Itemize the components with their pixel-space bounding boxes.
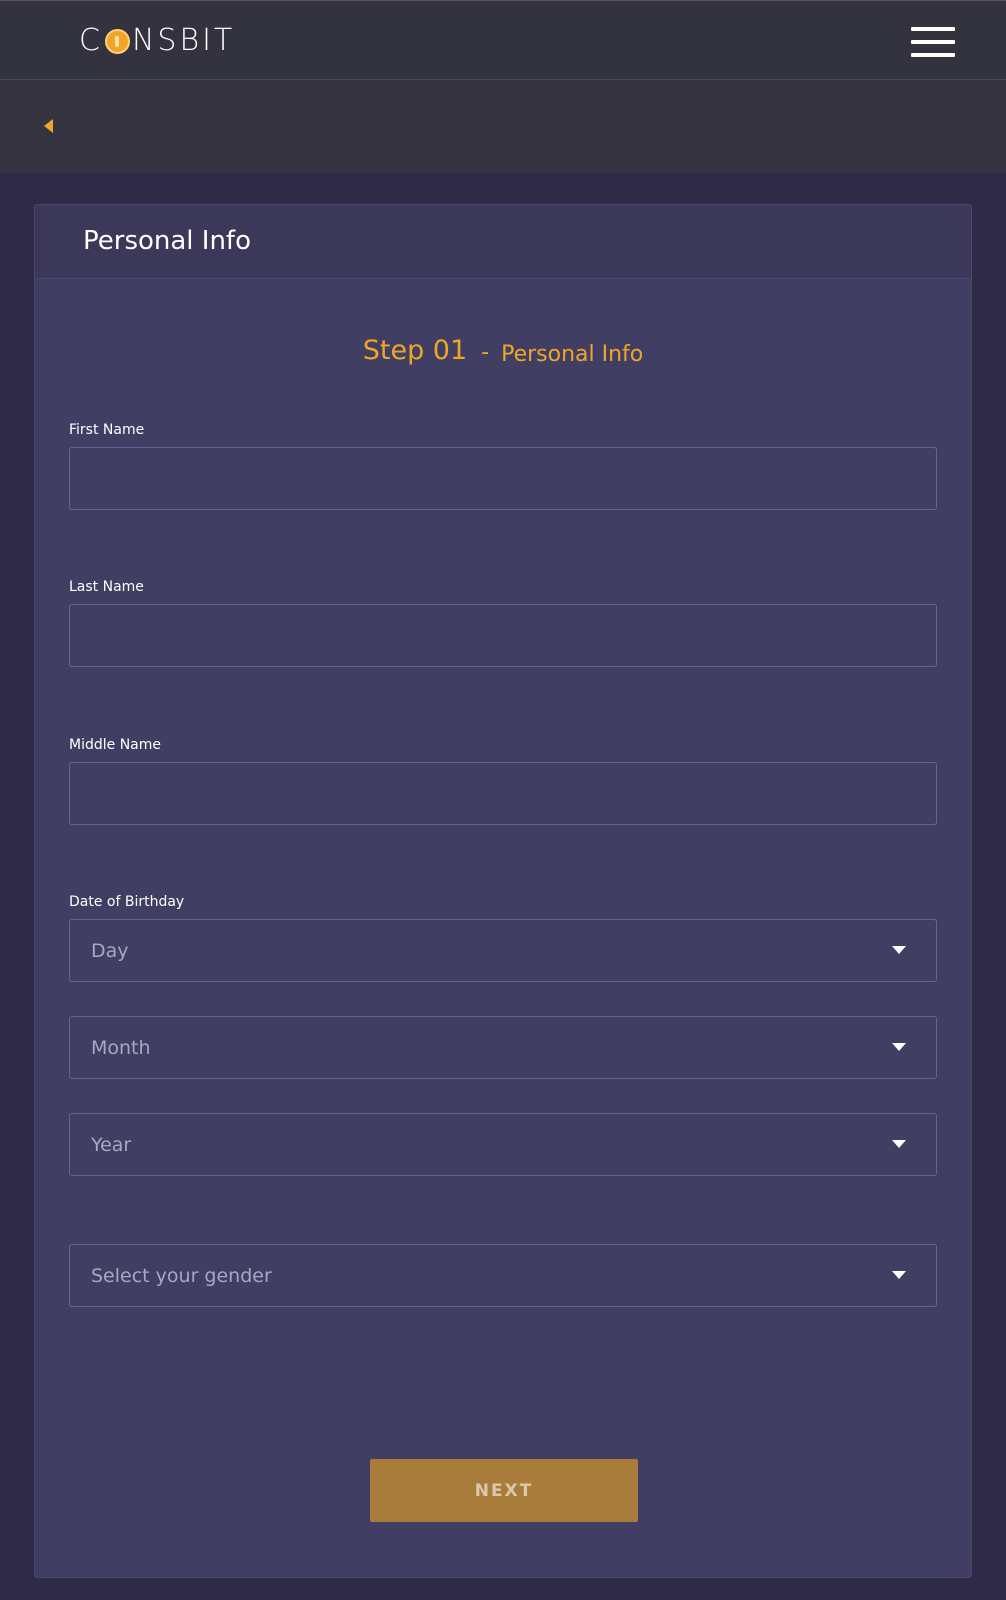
hamburger-line [911,53,955,57]
first-name-label: First Name [69,422,145,438]
coin-icon [104,28,130,54]
day-select-placeholder: Day [91,940,129,962]
step-number: Step 01 [362,335,468,366]
chevron-down-icon [892,1271,906,1279]
logo-text-start: C [79,23,103,58]
last-name-label: Last Name [69,579,144,595]
top-navbar: C NSBIT [0,0,1006,80]
chevron-down-icon [892,1043,906,1051]
gender-select[interactable]: Select your gender [69,1244,937,1307]
last-name-input[interactable] [69,604,937,667]
year-select[interactable]: Year [69,1113,937,1176]
step-name: Personal Info [501,342,644,367]
card-title: Personal Info [83,226,251,256]
day-select[interactable]: Day [69,919,937,982]
step-separator: - [481,340,490,365]
gender-select-placeholder: Select your gender [91,1265,272,1287]
hamburger-menu-icon[interactable] [911,27,955,57]
logo-text-end: NSBIT [131,23,236,58]
personal-info-card: Personal Info Step 01- Personal Info Firs… [34,204,972,1578]
back-arrow-icon[interactable] [40,116,60,136]
card-header: Personal Info [35,205,971,279]
chevron-down-icon [892,1140,906,1148]
middle-name-label: Middle Name [69,737,161,753]
next-button[interactable]: NEXT [370,1459,638,1522]
chevron-down-icon [892,946,906,954]
first-name-input[interactable] [69,447,937,510]
hamburger-line [911,27,955,31]
year-select-placeholder: Year [91,1134,132,1156]
month-select[interactable]: Month [69,1016,937,1079]
consbit-logo[interactable]: C NSBIT [79,25,235,57]
middle-name-input[interactable] [69,762,937,825]
date-of-birthday-label: Date of Birthday [69,894,185,910]
step-heading: Step 01- Personal Info [35,335,971,367]
sub-navbar [0,80,1006,173]
hamburger-line [911,40,955,44]
month-select-placeholder: Month [91,1037,151,1059]
